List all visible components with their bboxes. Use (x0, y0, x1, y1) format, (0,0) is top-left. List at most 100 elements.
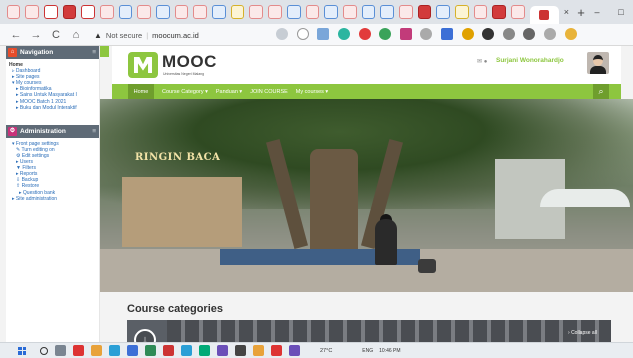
browser-tab-strip: × + – □ (0, 0, 633, 24)
collections-icon[interactable] (544, 28, 557, 40)
favorites-icon[interactable] (523, 28, 536, 40)
browser-tab[interactable] (361, 5, 376, 19)
extension-icon[interactable] (399, 28, 412, 40)
tab-favicon-icon (539, 10, 550, 20)
extension-icon[interactable] (441, 28, 454, 40)
nav-course-item[interactable]: ▸ Buku dan Modul Interaktif (9, 105, 99, 111)
browser-tab[interactable] (305, 5, 320, 19)
download-icon[interactable] (379, 28, 392, 40)
close-tab-icon[interactable]: × (561, 7, 571, 17)
back-button[interactable]: ← (6, 29, 26, 41)
user-menu[interactable]: Surjani Wonorahardjo (496, 57, 564, 64)
browser-tab[interactable] (99, 5, 114, 19)
taskbar-app-icon[interactable] (199, 345, 210, 356)
edge-icon[interactable] (109, 345, 120, 356)
browser-tab[interactable] (212, 5, 226, 19)
minimize-button[interactable]: – (585, 7, 609, 17)
taskbar-app-icon[interactable] (73, 345, 84, 356)
profile-icon[interactable] (564, 28, 577, 40)
file-explorer-icon[interactable] (91, 345, 102, 356)
warning-icon: ▲ (94, 30, 102, 40)
home-button[interactable]: ⌂ (66, 29, 86, 41)
site-header: MOOC Universitas Negeri Malang ✉ ● Surja… (112, 46, 621, 84)
maximize-button[interactable]: □ (609, 7, 633, 17)
url-text[interactable]: moocum.ac.id (152, 31, 199, 40)
collapse-all-link[interactable]: › Collapse all (568, 330, 597, 336)
zoom-icon[interactable] (276, 28, 289, 40)
browser-tab[interactable] (398, 5, 413, 19)
site-logo-text[interactable]: MOOC (162, 52, 217, 72)
search-icon[interactable] (40, 346, 48, 355)
extension-icon[interactable] (338, 28, 351, 40)
browser-tab[interactable] (268, 5, 282, 19)
taskbar-app-icon[interactable] (235, 345, 246, 356)
administration-block-header[interactable]: ⚙ Administration ≡ (6, 124, 99, 138)
admin-item-site-administration[interactable]: ▸ Site administration (9, 196, 99, 202)
browser-tab[interactable] (455, 5, 469, 19)
browser-tab[interactable] (492, 5, 507, 19)
reload-button[interactable]: C (46, 29, 66, 41)
taskbar-app-icon[interactable] (271, 345, 282, 356)
extensions-puzzle-icon[interactable] (502, 28, 515, 40)
browser-tab[interactable] (249, 5, 264, 19)
forward-button[interactable]: → (26, 29, 46, 41)
browser-tab[interactable] (43, 5, 58, 19)
new-tab-button[interactable]: + (577, 5, 585, 20)
extension-icon[interactable] (461, 28, 474, 40)
browser-tab[interactable] (137, 5, 151, 19)
notifications-icon[interactable]: ● (484, 59, 488, 65)
browser-tab[interactable] (62, 5, 77, 19)
course-category-banner[interactable] (127, 320, 611, 342)
taskbar-app-icon[interactable] (181, 345, 192, 356)
block-actions-icon[interactable]: ≡ (92, 49, 96, 56)
browser-tab[interactable] (286, 5, 301, 19)
avatar[interactable] (587, 52, 609, 74)
extension-icon[interactable] (317, 28, 330, 40)
browser-tab[interactable] (193, 5, 208, 19)
browser-tab[interactable] (473, 5, 488, 19)
taskbar-app-icon[interactable] (253, 345, 264, 356)
admin-item-label: Backup (21, 177, 39, 184)
read-aloud-icon[interactable] (296, 28, 309, 40)
nav-course-category[interactable]: Course Category ▾ (162, 89, 208, 95)
browser-tab[interactable] (6, 5, 21, 19)
browser-tab[interactable] (25, 5, 39, 19)
excel-icon[interactable] (145, 345, 156, 356)
mooc-logo-icon[interactable] (128, 52, 158, 78)
powerpoint-icon[interactable] (163, 345, 174, 356)
extension-icon[interactable] (482, 28, 495, 40)
browser-tab[interactable] (174, 5, 189, 19)
browser-tab[interactable] (324, 5, 338, 19)
weather-widget[interactable]: 27°C (320, 348, 332, 354)
nav-home-link[interactable]: Home (128, 84, 154, 99)
windows-start-icon[interactable] (18, 346, 26, 355)
messages-icon[interactable]: ✉ (477, 59, 482, 65)
search-icon[interactable]: ⌕ (593, 84, 609, 99)
address-bar[interactable]: ▲ Not secure | moocum.ac.id (94, 27, 300, 43)
browser-tab[interactable] (230, 5, 245, 19)
browser-tab[interactable] (511, 5, 525, 19)
browser-tab[interactable] (81, 5, 95, 19)
nav-join-course[interactable]: JOIN COURSE (250, 89, 288, 95)
extension-icon[interactable] (358, 28, 371, 40)
nav-panduan[interactable]: Panduan ▾ (216, 89, 242, 95)
extension-icon[interactable] (420, 28, 433, 40)
taskbar-app-icon[interactable] (289, 345, 300, 356)
taskbar-app-icon[interactable] (217, 345, 228, 356)
navigation-block-header[interactable]: ⌂ Navigation ≡ (6, 46, 99, 59)
browser-tab[interactable] (342, 5, 357, 19)
taskbar-clock[interactable]: 10:46 PM (379, 348, 400, 354)
block-actions-icon[interactable]: ≡ (92, 128, 96, 135)
navigation-block-icon: ⌂ (8, 48, 17, 57)
word-icon[interactable] (127, 345, 138, 356)
nav-my-courses[interactable]: My courses ▾ (296, 89, 328, 95)
browser-tab[interactable] (118, 5, 133, 19)
active-browser-tab[interactable] (529, 6, 559, 24)
browser-tab[interactable] (156, 5, 170, 19)
browser-tab[interactable] (417, 5, 432, 19)
task-view-icon[interactable] (55, 345, 66, 356)
browser-tab[interactable] (380, 5, 394, 19)
language-indicator[interactable]: ENG (362, 348, 373, 354)
sidebar-toggle-button[interactable] (100, 46, 109, 57)
browser-tab[interactable] (436, 5, 450, 19)
